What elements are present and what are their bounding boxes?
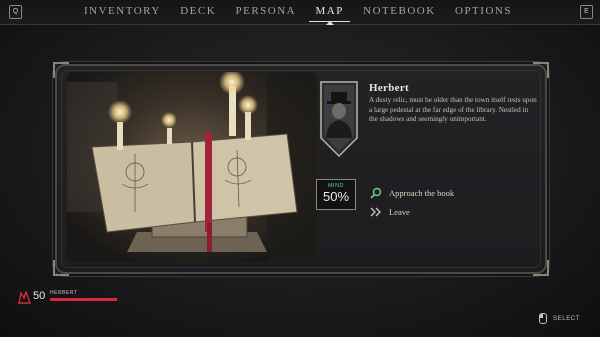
choice-label: Leave [389, 207, 410, 217]
previous-tab-key[interactable]: Q [9, 5, 22, 19]
mind-value: 50% [322, 189, 350, 204]
npc-portrait [319, 80, 359, 158]
select-hint: SELECT [539, 313, 580, 324]
tab-list: INVENTORY DECK PERSONA MAP NOTEBOOK OPTI… [78, 0, 518, 25]
panel-corner-ornament [533, 260, 549, 276]
tab-deck[interactable]: DECK [174, 0, 222, 24]
health-bar [50, 298, 120, 301]
npc-name: Herbert [369, 82, 409, 94]
health-value: 50 [33, 290, 46, 302]
tab-options[interactable]: OPTIONS [449, 0, 518, 24]
health-bar-fill [50, 298, 117, 301]
mouse-left-click-icon [539, 313, 548, 324]
tab-persona[interactable]: PERSONA [230, 0, 303, 24]
choice-label: Approach the book [389, 188, 455, 198]
encounter-panel: Herbert A dusty relic, must be older tha… [53, 62, 549, 276]
mind-stat-box: MIND 50% [316, 179, 356, 210]
player-name: HERBERT [50, 290, 78, 296]
search-icon [370, 187, 382, 199]
choice-approach-book[interactable]: Approach the book [370, 186, 454, 200]
select-hint-label: SELECT [553, 315, 580, 322]
double-chevron-icon [370, 206, 382, 218]
npc-description: A dusty relic, must be older than the to… [369, 96, 537, 124]
tab-inventory[interactable]: INVENTORY [78, 0, 167, 24]
top-navigation-bar: Q INVENTORY DECK PERSONA MAP NOTEBOOK OP… [0, 0, 600, 25]
encounter-illustration [67, 72, 317, 262]
tab-map[interactable]: MAP [309, 0, 351, 25]
health-icon [18, 289, 31, 304]
player-health: 50 HERBERT [18, 288, 120, 308]
panel-corner-ornament [533, 62, 549, 78]
choice-leave[interactable]: Leave [370, 205, 410, 219]
next-tab-key[interactable]: E [580, 5, 593, 19]
panel-corner-ornament [53, 260, 69, 276]
tab-notebook[interactable]: NOTEBOOK [357, 0, 442, 24]
